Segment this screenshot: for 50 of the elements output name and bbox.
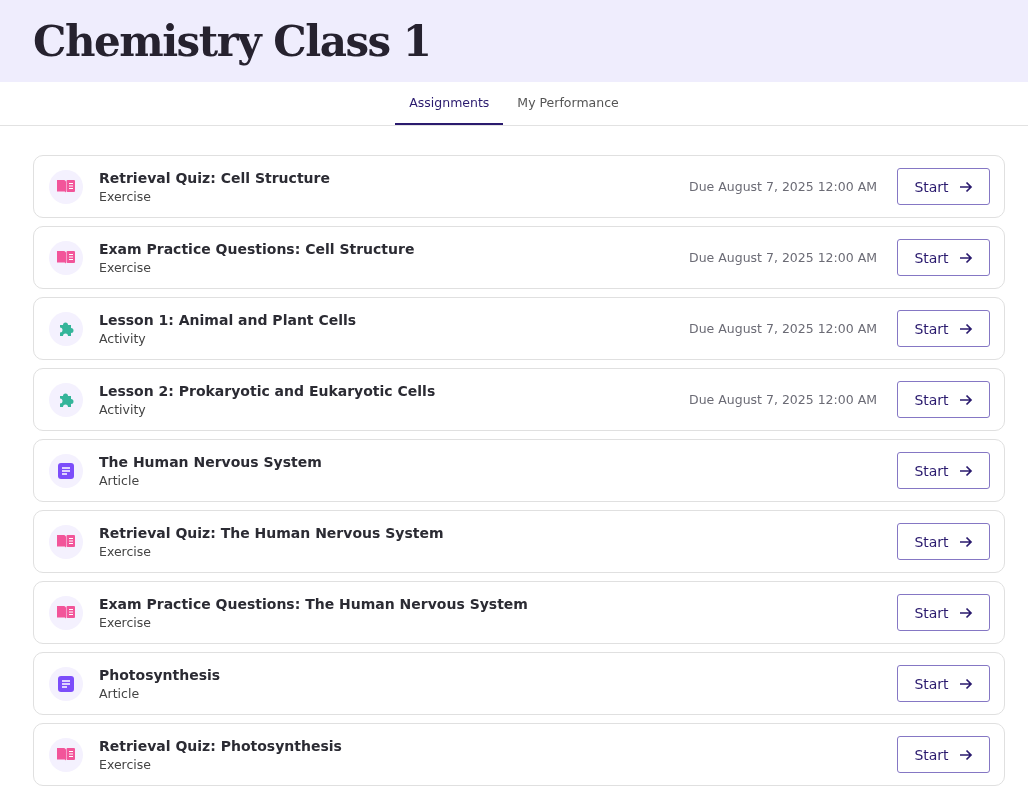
assignment-title: Lesson 2: Prokaryotic and Eukaryotic Cells bbox=[99, 382, 437, 399]
start-button[interactable]: Start bbox=[897, 168, 990, 205]
arrow-right-icon bbox=[958, 464, 973, 477]
assignment-type: Exercise bbox=[99, 188, 152, 204]
assignment-title: Exam Practice Questions: Cell Structure bbox=[99, 240, 416, 257]
document-icon bbox=[58, 675, 74, 692]
assignment-title: Retrieval Quiz: Cell Structure bbox=[99, 169, 331, 186]
assignment-type: Exercise bbox=[99, 259, 152, 275]
arrow-right-icon bbox=[958, 180, 973, 193]
arrow-right-icon bbox=[958, 748, 973, 761]
assignment-title: Exam Practice Questions: The Human Nervous System bbox=[99, 595, 529, 612]
due-date: Due August 7, 2025 12:00 AM bbox=[689, 392, 877, 407]
arrow-right-icon bbox=[958, 606, 973, 619]
book-icon bbox=[56, 250, 76, 265]
assignment-type: Exercise bbox=[99, 614, 152, 630]
tab[interactable]: My Performance bbox=[503, 82, 633, 125]
assignment-type: Exercise bbox=[99, 756, 152, 772]
arrow-right-icon bbox=[958, 251, 973, 264]
start-button[interactable]: Start bbox=[897, 239, 990, 276]
arrow-right-icon bbox=[958, 393, 973, 406]
assignment-type: Activity bbox=[99, 401, 147, 417]
arrow-right-icon bbox=[958, 322, 973, 335]
start-button[interactable]: Start bbox=[897, 594, 990, 631]
start-button[interactable]: Start bbox=[897, 310, 990, 347]
arrow-right-icon bbox=[958, 677, 973, 690]
assignment-type: Article bbox=[99, 472, 141, 488]
assignment-title: Lesson 1: Animal and Plant Cells bbox=[99, 311, 358, 328]
book-icon bbox=[56, 605, 76, 620]
due-date: Due August 7, 2025 12:00 AM bbox=[689, 321, 877, 336]
start-button[interactable]: Start bbox=[897, 381, 990, 418]
tab[interactable]: Assignments bbox=[395, 82, 504, 125]
book-icon bbox=[56, 747, 76, 762]
assignment-type: Article bbox=[99, 685, 141, 701]
book-icon bbox=[56, 534, 76, 549]
assignment-type: Activity bbox=[99, 330, 147, 346]
assignment-title: Photosynthesis bbox=[99, 666, 222, 683]
book-icon bbox=[56, 179, 76, 194]
page-title: Chemistry Class 1 bbox=[33, 16, 431, 66]
start-button[interactable]: Start bbox=[897, 452, 990, 489]
assignment-title: Retrieval Quiz: The Human Nervous System bbox=[99, 524, 445, 541]
start-button[interactable]: Start bbox=[897, 736, 990, 773]
due-date: Due August 7, 2025 12:00 AM bbox=[689, 179, 877, 194]
due-date: Due August 7, 2025 12:00 AM bbox=[689, 250, 877, 265]
assignment-type: Exercise bbox=[99, 543, 152, 559]
assignment-title: The Human Nervous System bbox=[99, 453, 323, 470]
arrow-right-icon bbox=[958, 535, 973, 548]
document-icon bbox=[58, 462, 74, 479]
start-button[interactable]: Start bbox=[897, 665, 990, 702]
start-button[interactable]: Start bbox=[897, 523, 990, 560]
assignment-title: Retrieval Quiz: Photosynthesis bbox=[99, 737, 343, 754]
